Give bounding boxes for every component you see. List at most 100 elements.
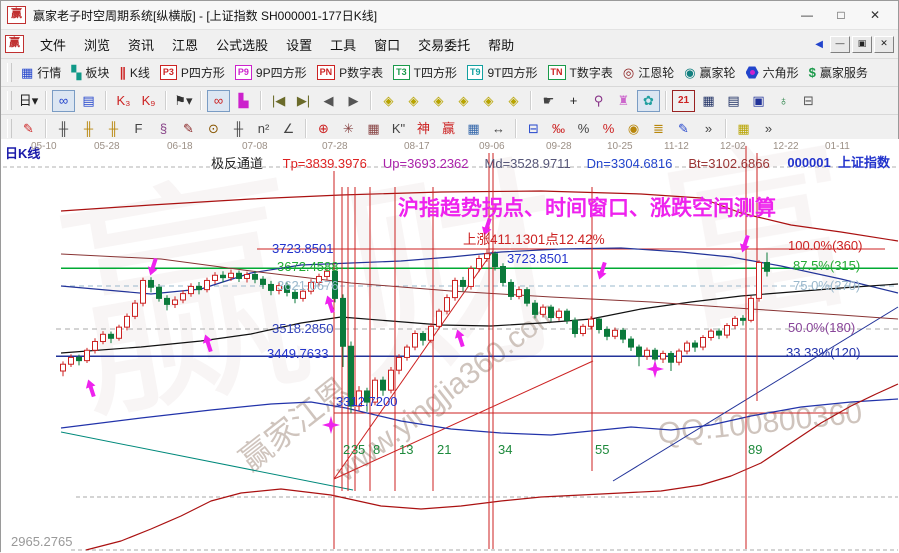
menu-item-江恩[interactable]: 江恩 [163, 32, 207, 57]
percent-red-icon[interactable]: % [597, 118, 620, 140]
brush-red-icon[interactable]: ✎ [17, 118, 40, 140]
compass-icon[interactable]: ⊕ [312, 118, 335, 140]
shen-red-icon[interactable]: 神 [412, 118, 435, 140]
gold-line-icon[interactable]: ≣ [647, 118, 670, 140]
menu-item-窗口[interactable]: 窗口 [365, 32, 409, 57]
toolbar-button-赢家轮[interactable]: ◉赢家轮 [684, 64, 735, 81]
minimize-button[interactable]: — [790, 3, 824, 27]
calculator-icon[interactable]: ▦ [697, 90, 720, 112]
mdi-close-button[interactable]: ✕ [874, 36, 894, 53]
toolbar-button-P四方形[interactable]: P3P四方形 [160, 64, 225, 81]
n2-icon[interactable]: n² [252, 118, 275, 140]
menu-item-设置[interactable]: 设置 [277, 32, 321, 57]
dock-arrow-icon[interactable]: ◀ [815, 39, 823, 50]
diamond-left-icon[interactable]: ◈ [377, 90, 400, 112]
diamond-star-icon[interactable]: ◈ [477, 90, 500, 112]
nav-last-icon[interactable]: ▶| [292, 90, 315, 112]
mdi-restore-button[interactable]: ▣ [852, 36, 872, 53]
diamond-cross-icon[interactable]: ◈ [502, 90, 525, 112]
toolbar-button-T数字表[interactable]: TNT数字表 [548, 64, 613, 81]
grid-yellow-icon[interactable]: ▦ [732, 118, 755, 140]
k-quote-icon[interactable]: K" [387, 118, 410, 140]
ying-red-icon[interactable]: 赢 [437, 118, 460, 140]
toolbar-button-T四方形[interactable]: T3T四方形 [393, 64, 457, 81]
toolbar-grip[interactable] [7, 91, 12, 110]
toolbar-separator [45, 91, 47, 110]
menu-item-工具[interactable]: 工具 [321, 32, 365, 57]
angle-fan-icon[interactable]: ∠ [277, 118, 300, 140]
menu-item-资讯[interactable]: 资讯 [119, 32, 163, 57]
mdi-minimize-button[interactable]: — [830, 36, 850, 53]
toolbar-button-行情[interactable]: ▦行情 [21, 64, 61, 81]
toolbar-button-六角形[interactable]: 六角形 [746, 64, 799, 81]
flag-drop-icon[interactable]: ⚑▾ [172, 90, 195, 112]
cycle-clock-icon[interactable]: ⊙ [202, 118, 225, 140]
nav-prev-icon[interactable]: ◀ [317, 90, 340, 112]
menu-item-帮助[interactable]: 帮助 [479, 32, 523, 57]
hand-icon[interactable]: ☛ [537, 90, 560, 112]
notebook-icon[interactable]: ▤ [722, 90, 745, 112]
diamond-x-icon[interactable]: ◈ [452, 90, 475, 112]
candle-9-icon[interactable]: K₉ [137, 90, 160, 112]
nav-first-icon[interactable]: |◀ [267, 90, 290, 112]
ruler-f-icon[interactable]: F [127, 118, 150, 140]
toolbar-button-P数字表[interactable]: PNP数字表 [317, 64, 384, 81]
toolbar-grip[interactable] [7, 119, 12, 138]
grid-web-icon[interactable]: ▦ [362, 118, 385, 140]
gold-circle-icon[interactable]: ◉ [622, 118, 645, 140]
brush-2-icon[interactable]: ✎ [177, 118, 200, 140]
more-1-icon[interactable]: » [697, 118, 720, 140]
title-bar[interactable]: 赢 赢家老子时空周期系统[纵横版] - [上证指数 SH000001-177日K… [1, 1, 898, 30]
link-red-icon[interactable]: ∞ [207, 90, 230, 112]
menu-item-公式选股[interactable]: 公式选股 [207, 32, 277, 57]
more-2-icon[interactable]: » [757, 118, 780, 140]
spider-web-icon[interactable]: ✳ [337, 118, 360, 140]
ruler-gold-2-icon[interactable]: ╫ [102, 118, 125, 140]
ruler-2-icon[interactable]: ╫ [227, 118, 250, 140]
kline-period-icon[interactable]: 日▾ [17, 90, 40, 112]
candle-body [701, 337, 706, 347]
crosshair-icon[interactable]: + [562, 90, 585, 112]
chart-colors-icon[interactable]: ▙ [232, 90, 255, 112]
calendar-21-icon[interactable]: 21 [672, 90, 695, 112]
menu-item-浏览[interactable]: 浏览 [75, 32, 119, 57]
menu-item-交易委托[interactable]: 交易委托 [409, 32, 479, 57]
pencil-blue-icon[interactable]: ✎ [672, 118, 695, 140]
grid-123-icon[interactable]: ▦ [462, 118, 485, 140]
candle-body [397, 357, 402, 370]
toolbar-button-江恩轮[interactable]: ◎江恩轮 [623, 64, 674, 81]
percent-triangle-icon[interactable]: ‰ [547, 118, 570, 140]
chart-area[interactable]: 赢财富赢家江恩www.yingjia360.comQQ:100800360沪指趋… [1, 139, 899, 553]
maximize-button[interactable]: □ [824, 3, 858, 27]
link-blue-icon[interactable]: ∞ [52, 90, 75, 112]
ruler-icon[interactable]: ╫ [52, 118, 75, 140]
toolbar-button-9P四方形[interactable]: P99P四方形 [235, 64, 307, 81]
price-chart-svg[interactable]: 赢财富赢家江恩www.yingjia360.comQQ:100800360沪指趋… [1, 139, 899, 553]
candle-body [213, 275, 218, 280]
brain-teal-icon[interactable]: ✿ [637, 90, 660, 112]
castle-pink-icon[interactable]: ♜ [612, 90, 635, 112]
candle-body [405, 347, 410, 357]
doc-blue-icon[interactable]: ▤ [77, 90, 100, 112]
percent-icon[interactable]: % [572, 118, 595, 140]
candle-3-icon[interactable]: K₃ [112, 90, 135, 112]
candle-body [693, 343, 698, 347]
toolbar-button-K线[interactable]: ∥K线 [119, 64, 150, 81]
toolbar-button-赢家服务[interactable]: $赢家服务 [809, 64, 868, 81]
save-icon[interactable]: ▣ [747, 90, 770, 112]
diamond-lr-icon[interactable]: ◈ [427, 90, 450, 112]
toolbar-button-9T四方形[interactable]: T99T四方形 [467, 64, 538, 81]
span-arrows-icon[interactable]: ↔ [487, 118, 510, 140]
diamond-down-icon[interactable]: ◈ [402, 90, 425, 112]
key-icon[interactable]: ⚲ [587, 90, 610, 112]
menu-item-文件[interactable]: 文件 [31, 32, 75, 57]
price-scale-icon[interactable]: ⊟ [522, 118, 545, 140]
toolbar-button-板块[interactable]: ▚板块 [71, 64, 109, 81]
globe-save-icon[interactable]: ♁ [772, 90, 795, 112]
close-button[interactable]: ✕ [858, 3, 892, 27]
spiral-icon[interactable]: § [152, 118, 175, 140]
printer-icon[interactable]: ⊟ [797, 90, 820, 112]
nav-next-icon[interactable]: ▶ [342, 90, 365, 112]
toolbar-grip[interactable] [7, 63, 12, 82]
ruler-gold-1-icon[interactable]: ╫ [77, 118, 100, 140]
